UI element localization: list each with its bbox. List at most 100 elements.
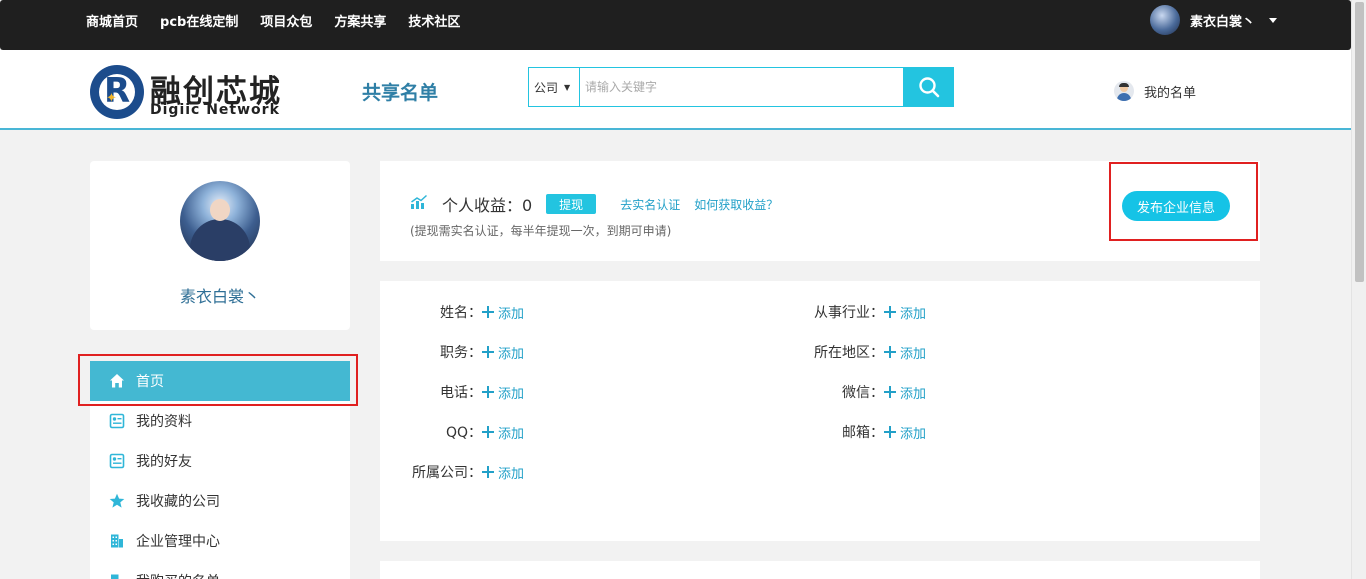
income-row: 个人收益：0 提现 去实名认证 如何获取收益？: [410, 192, 778, 216]
field-label: 职务：: [440, 345, 482, 361]
plus-icon: [884, 306, 896, 318]
add-position-button[interactable]: 添加: [482, 343, 524, 362]
sidebar-item-label: 我购买的名单: [136, 571, 220, 579]
income-card: 个人收益：0 提现 去实名认证 如何获取收益？ (提现需实名认证，每半年提现一次…: [380, 161, 1260, 261]
field-wechat: 微信： 添加: [800, 382, 926, 402]
search-category-select[interactable]: 公司 ▼: [529, 68, 580, 106]
search-button[interactable]: [903, 67, 954, 107]
how-to-earn-link[interactable]: 如何获取收益？: [694, 196, 778, 213]
add-label: 添加: [498, 386, 525, 402]
plus-icon: [884, 346, 896, 358]
field-name: 姓名： 添加: [410, 302, 524, 322]
site-header: R ✦ 融创芯城 Digiic Network 共享名单 公司 ▼ 我的名单: [0, 50, 1351, 130]
add-phone-button[interactable]: 添加: [482, 383, 524, 402]
top-user-name: 素衣白裳丶: [1190, 14, 1256, 30]
nav-tech-community[interactable]: 技术社区: [408, 11, 460, 30]
sidebar-item-purchased-lists[interactable]: 我购买的名单: [90, 561, 350, 579]
add-company-button[interactable]: 添加: [482, 463, 524, 482]
sidebar-item-label: 我的好友: [136, 454, 192, 470]
profile-card: 素衣白裳丶: [90, 161, 350, 330]
add-wechat-button[interactable]: 添加: [884, 383, 926, 402]
sidebar-item-label: 我收藏的公司: [136, 494, 220, 510]
scrollbar-thumb[interactable]: [1355, 2, 1364, 282]
sidebar-item-favorite-companies[interactable]: 我收藏的公司: [90, 481, 350, 521]
sidebar-item-my-profile[interactable]: 我的资料: [90, 401, 350, 441]
add-qq-button[interactable]: 添加: [482, 423, 524, 442]
star-icon: [109, 493, 125, 509]
plus-icon: [482, 386, 494, 398]
add-label: 添加: [498, 346, 525, 362]
profile-card-icon: [109, 413, 125, 429]
field-position: 职务： 添加: [410, 342, 524, 362]
field-label: 邮箱：: [842, 425, 884, 441]
avatar: [1150, 5, 1180, 35]
field-label: QQ：: [445, 425, 482, 441]
sidebar-item-label: 我的资料: [136, 414, 192, 430]
search-input[interactable]: [581, 68, 903, 106]
top-bar: 商城首页 pcb在线定制 项目众包 方案共享 技术社区 素衣白裳丶: [0, 0, 1351, 50]
add-email-button[interactable]: 添加: [884, 423, 926, 442]
search-category-value: 公司: [534, 80, 559, 95]
nav-pcb-custom[interactable]: pcb在线定制: [160, 11, 238, 30]
add-label: 添加: [498, 306, 525, 322]
page-section-title[interactable]: 共享名单: [362, 78, 438, 105]
nav-solution-share[interactable]: 方案共享: [334, 11, 386, 30]
profile-user-name: 素衣白裳丶: [179, 287, 260, 306]
add-label: 添加: [498, 466, 525, 482]
field-phone: 电话： 添加: [410, 382, 524, 402]
withdraw-note: (提现需实名认证，每半年提现一次，到期可申请): [410, 224, 672, 238]
top-nav: 商城首页 pcb在线定制 项目众包 方案共享 技术社区: [86, 0, 460, 40]
dropdown-arrow-icon: ▼: [564, 82, 571, 92]
add-label: 添加: [900, 306, 927, 322]
add-industry-button[interactable]: 添加: [884, 303, 926, 322]
my-list-label: 我的名单: [1144, 85, 1197, 101]
sidebar-item-label: 首页: [136, 374, 164, 390]
add-region-button[interactable]: 添加: [884, 343, 926, 362]
chevron-down-icon[interactable]: [1269, 17, 1278, 23]
field-company: 所属公司： 添加: [410, 462, 524, 482]
nav-mall-home[interactable]: 商城首页: [86, 11, 138, 30]
building-icon: [109, 573, 125, 579]
publish-company-button[interactable]: 发布企业信息: [1122, 191, 1230, 221]
add-label: 添加: [498, 426, 525, 442]
field-region: 所在地区： 添加: [800, 342, 926, 362]
field-label: 从事行业：: [814, 305, 884, 321]
search-icon: [918, 77, 939, 98]
user-avatar-icon: [1114, 81, 1134, 101]
add-name-button[interactable]: 添加: [482, 303, 524, 322]
search-bar: 公司 ▼: [528, 67, 954, 107]
field-label: 电话：: [440, 385, 482, 401]
site-logo[interactable]: R ✦ 融创芯城 Digiic Network: [90, 64, 305, 120]
logo-subtext: Digiic Network: [150, 102, 280, 118]
profile-card-icon: [109, 453, 125, 469]
plus-icon: [482, 466, 494, 478]
sidebar-item-label: 企业管理中心: [136, 534, 220, 550]
sidebar-item-home[interactable]: 首页: [90, 361, 350, 401]
withdraw-button[interactable]: 提现: [546, 194, 597, 214]
avatar[interactable]: [180, 181, 260, 261]
verify-identity-link[interactable]: 去实名认证: [620, 196, 680, 213]
building-icon: [109, 533, 125, 549]
field-label: 姓名：: [440, 305, 482, 321]
my-list-link[interactable]: 我的名单: [1114, 81, 1196, 101]
add-label: 添加: [900, 426, 927, 442]
sidebar-item-enterprise-center[interactable]: 企业管理中心: [90, 521, 350, 561]
personal-info-card: 姓名： 添加 职务： 添加 电话： 添加 QQ： 添加 所属公司： 添加 从事行…: [380, 281, 1260, 541]
field-label: 所在地区：: [814, 345, 884, 361]
field-qq: QQ： 添加: [410, 422, 524, 442]
plus-icon: [482, 346, 494, 358]
plus-icon: [482, 426, 494, 438]
add-label: 添加: [900, 386, 927, 402]
plus-icon: [482, 306, 494, 318]
top-user-menu[interactable]: 素衣白裳丶: [1150, 5, 1278, 35]
bar-chart-icon: [410, 194, 428, 214]
home-icon: [109, 373, 125, 389]
next-section-card: [380, 561, 1260, 579]
vertical-scrollbar[interactable]: [1351, 0, 1366, 579]
nav-crowdsourcing[interactable]: 项目众包: [260, 11, 312, 30]
logo-mark-icon: R ✦: [90, 65, 144, 119]
sidebar-item-my-friends[interactable]: 我的好友: [90, 441, 350, 481]
sidebar-menu: 首页 我的资料 我的好友 我收藏的公司 企业管理中心 我购买的名单: [90, 361, 350, 579]
field-email: 邮箱： 添加: [800, 422, 926, 442]
field-industry: 从事行业： 添加: [800, 302, 926, 322]
